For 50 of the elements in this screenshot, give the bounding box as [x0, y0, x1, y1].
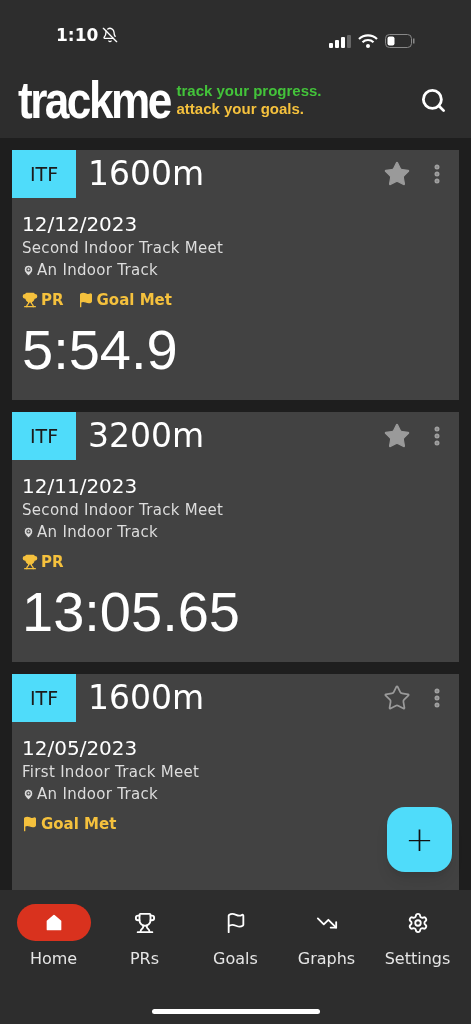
achievement-label: Goal Met — [41, 813, 117, 835]
app-logo: trackme — [18, 74, 170, 126]
flag-icon — [22, 816, 38, 832]
star-icon[interactable] — [383, 160, 411, 188]
event-tag: ITF — [12, 150, 76, 198]
search-icon[interactable] — [420, 86, 447, 114]
bell-off-icon — [102, 27, 119, 44]
event-title: 1600m — [88, 153, 206, 196]
wifi-icon — [358, 34, 378, 48]
result-date: 12/12/2023 — [22, 212, 139, 236]
achievement-label: Goal Met — [96, 289, 172, 311]
star-icon[interactable] — [383, 684, 411, 712]
location-icon — [22, 525, 35, 539]
flag-icon — [77, 292, 94, 308]
event-tag: ITF — [12, 674, 76, 722]
meet-name: Second Indoor Track Meet — [22, 500, 225, 520]
trophy-icon — [22, 554, 38, 570]
meet-name: First Indoor Track Meet — [22, 762, 201, 782]
event-title: 1600m — [88, 677, 206, 720]
tagline: track your progress. — [176, 82, 322, 100]
trophy-icon — [22, 292, 38, 308]
result-card[interactable]: ITF 3200m 12/11/2023 Second Indoor Track Meet An Indoor Track PR 13:05.65 — [12, 412, 459, 662]
achievement-label: PR — [41, 289, 64, 311]
star-icon[interactable] — [383, 422, 411, 450]
add-button[interactable]: + — [387, 807, 452, 872]
nav-tab[interactable]: Settings — [372, 904, 463, 971]
nav-tab[interactable]: PRs — [99, 904, 190, 971]
settings-icon — [406, 911, 429, 934]
result-time: 13:05.65 — [22, 580, 241, 644]
battery-icon — [385, 34, 415, 48]
location-text: An Indoor Track — [37, 522, 159, 542]
result-time: 5:54.9 — [22, 318, 179, 382]
result-date: 12/11/2023 — [22, 474, 139, 498]
tagline: attack your goals. — [176, 100, 305, 118]
nav-tab[interactable]: Graphs — [281, 904, 372, 971]
meet-name: Second Indoor Track Meet — [22, 238, 225, 258]
trophy-icon — [133, 911, 156, 934]
achievement-label: PR — [41, 551, 64, 573]
event-title: 3200m — [88, 415, 206, 458]
signal-icon — [329, 34, 351, 48]
event-tag: ITF — [12, 412, 76, 460]
location-icon — [22, 787, 35, 801]
nav-tab[interactable]: Home — [8, 904, 99, 971]
location-text: An Indoor Track — [37, 260, 159, 280]
location-text: An Indoor Track — [37, 784, 159, 804]
result-card[interactable]: ITF 1600m 12/12/2023 Second Indoor Track Meet An Indoor Track PR Goal Met 5:54.9 — [12, 150, 459, 400]
status-time: 1:10 — [56, 23, 99, 47]
nav-tab[interactable]: Goals — [190, 904, 281, 971]
result-date: 12/05/2023 — [22, 736, 139, 760]
location-icon — [22, 263, 35, 277]
